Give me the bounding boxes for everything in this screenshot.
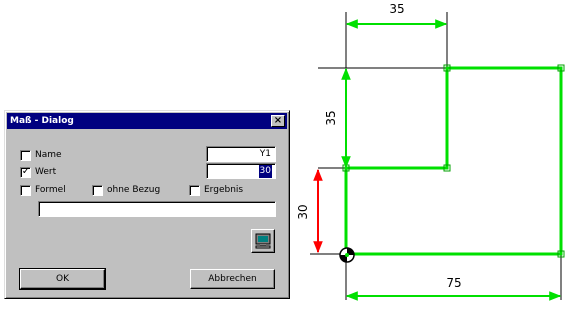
origin-marker-icon (339, 247, 355, 263)
dimension-text-bottom-width[interactable]: 75 (446, 276, 461, 290)
part-outline[interactable] (344, 66, 563, 256)
dimension-text-top-width[interactable]: 35 (389, 2, 404, 16)
dimension-text-selected-height[interactable]: 30 (296, 204, 310, 219)
cad-drawing: 35 35 30 75 (296, 2, 565, 301)
dimension-text-left-height[interactable]: 35 (324, 110, 338, 125)
corner-grips (342, 64, 565, 258)
